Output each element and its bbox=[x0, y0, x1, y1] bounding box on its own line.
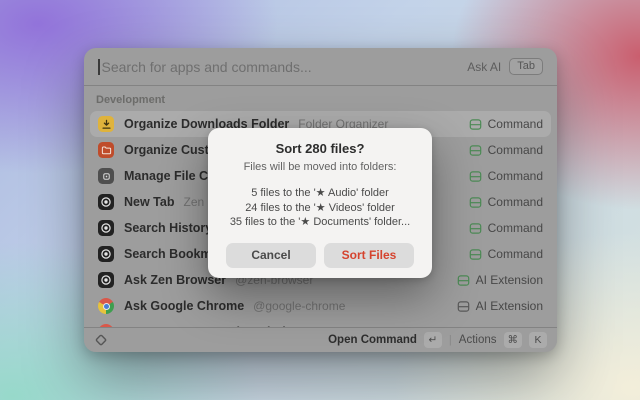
k-key-badge: K bbox=[529, 332, 547, 348]
command-type-icon bbox=[469, 118, 482, 131]
accessory: Command bbox=[469, 169, 543, 183]
cmd-key-badge: ⌘ bbox=[504, 332, 523, 348]
accessory-label: Command bbox=[488, 169, 543, 183]
zen-browser-icon bbox=[98, 194, 114, 210]
search-bar[interactable]: Search for apps and commands... Ask AI T… bbox=[84, 48, 557, 86]
accessory: Command bbox=[469, 247, 543, 261]
footer-divider: | bbox=[449, 334, 452, 346]
search-input[interactable]: Search for apps and commands... bbox=[102, 59, 312, 75]
list-item-title: Ask Google Chrome bbox=[124, 299, 244, 313]
raycast-logo-icon bbox=[94, 333, 108, 347]
dialog-detail-line: 5 files to the '★ Audio' folder bbox=[222, 186, 418, 201]
section-header: Development bbox=[90, 86, 551, 111]
accessory: AI Extension bbox=[457, 273, 543, 287]
action-bar: Open Command ↵ | Actions ⌘ K bbox=[84, 327, 557, 352]
accessory-label: AI Extension bbox=[476, 299, 543, 313]
accessory: Command bbox=[469, 143, 543, 157]
accessory-label: Command bbox=[488, 143, 543, 157]
primary-action-label[interactable]: Open Command bbox=[328, 334, 417, 346]
accessory-label: Command bbox=[488, 247, 543, 261]
accessory: Command bbox=[469, 195, 543, 209]
text-caret bbox=[98, 59, 100, 75]
enter-key-badge: ↵ bbox=[424, 332, 442, 348]
download-icon bbox=[98, 116, 114, 132]
sort-files-button[interactable]: Sort Files bbox=[324, 243, 414, 268]
zen-browser-icon bbox=[98, 272, 114, 288]
cancel-button[interactable]: Cancel bbox=[226, 243, 316, 268]
categories-icon bbox=[98, 168, 114, 184]
accessory-label: AI Extension bbox=[476, 273, 543, 287]
tab-key-badge: Tab bbox=[509, 58, 543, 75]
ai-extension-icon bbox=[457, 274, 470, 287]
chrome-icon bbox=[98, 298, 114, 314]
command-type-icon bbox=[469, 222, 482, 235]
command-type-icon bbox=[469, 248, 482, 261]
list-item[interactable]: Ask Google Chrome @google-chrome AI Exte… bbox=[90, 293, 551, 319]
dialog-detail-line: 24 files to the '★ Videos' folder bbox=[222, 201, 418, 216]
dialog-subtitle: Files will be moved into folders: bbox=[222, 161, 418, 173]
accessory: Command bbox=[469, 117, 543, 131]
list-item-subtitle: @google-chrome bbox=[253, 299, 345, 313]
accessory: Command bbox=[469, 221, 543, 235]
command-type-icon bbox=[469, 144, 482, 157]
zen-browser-icon bbox=[98, 246, 114, 262]
actions-menu-label[interactable]: Actions bbox=[459, 334, 497, 346]
folder-icon bbox=[98, 142, 114, 158]
accessory-label: Command bbox=[488, 195, 543, 209]
confirm-dialog: Sort 280 files? Files will be moved into… bbox=[208, 128, 432, 278]
list-item-title: New Tab bbox=[124, 195, 174, 209]
list-item[interactable]: Create New Incognito Window Google Chrom… bbox=[90, 319, 551, 327]
accessory-label: Command bbox=[488, 221, 543, 235]
ai-extension-icon bbox=[457, 300, 470, 313]
accessory: AI Extension bbox=[457, 299, 543, 313]
command-type-icon bbox=[469, 196, 482, 209]
accessory-label: Command bbox=[488, 117, 543, 131]
ask-ai-label[interactable]: Ask AI bbox=[467, 60, 501, 74]
list-item-title: Search History bbox=[124, 221, 212, 235]
dialog-title: Sort 280 files? bbox=[222, 141, 418, 156]
dialog-detail-line: 35 files to the '★ Documents' folder... bbox=[222, 215, 418, 230]
zen-browser-icon bbox=[98, 220, 114, 236]
command-type-icon bbox=[469, 170, 482, 183]
